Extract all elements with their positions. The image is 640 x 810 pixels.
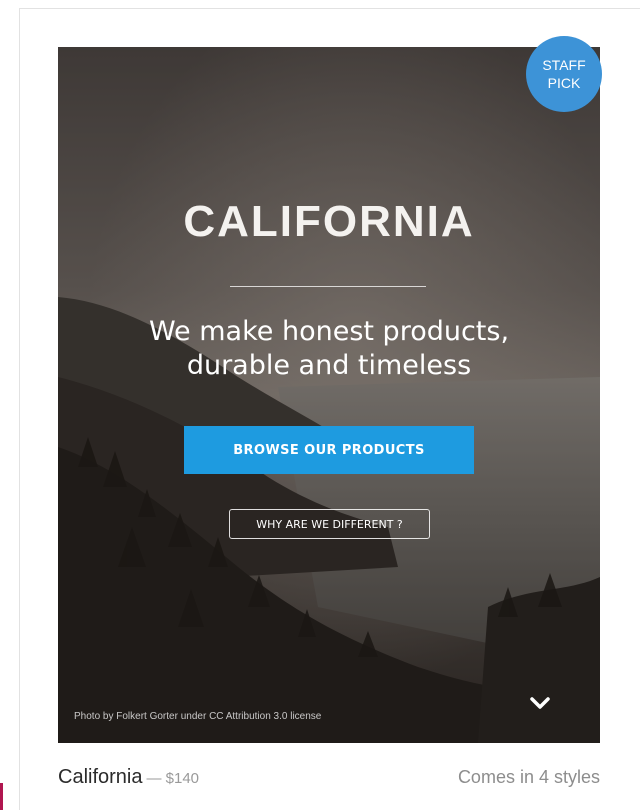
chevron-down-icon[interactable] — [526, 691, 554, 715]
browse-products-button[interactable]: BROWSE OUR PRODUCTS — [184, 426, 474, 474]
product-price: — $140 — [146, 770, 200, 787]
staff-pick-badge: STAFF PICK — [526, 36, 602, 112]
badge-line-2: PICK — [547, 75, 581, 91]
product-name[interactable]: California — [58, 766, 142, 788]
tagline-line-1: We make honest products, — [148, 316, 510, 347]
hero-divider — [230, 286, 426, 287]
tagline-line-2: durable and timeless — [186, 350, 472, 381]
hero-title: CALIFORNIA — [183, 197, 475, 246]
why-different-button[interactable]: WHY ARE WE DIFFERENT ? — [229, 509, 430, 539]
hero-tagline: We make honest products, durable and tim… — [58, 315, 600, 383]
theme-preview[interactable]: CALIFORNIA We make honest products, dura… — [58, 47, 600, 743]
coastline-photo — [58, 47, 600, 743]
left-accent-bar — [0, 783, 3, 810]
photo-credit: Photo by Folkert Gorter under CC Attribu… — [74, 711, 322, 722]
badge-line-1: STAFF — [542, 57, 586, 73]
styles-count: Comes in 4 styles — [457, 767, 600, 787]
product-title[interactable]: California — $140 — [58, 766, 199, 789]
